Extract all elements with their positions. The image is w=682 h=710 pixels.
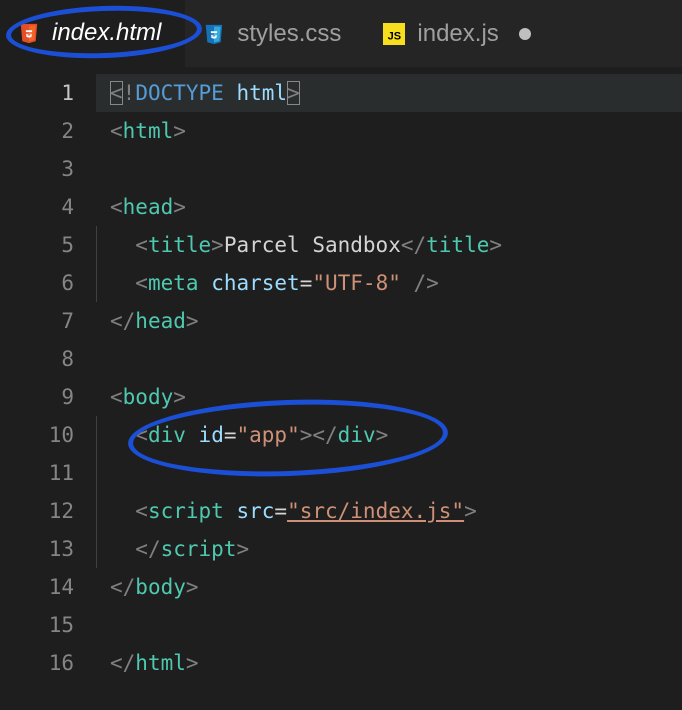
js-icon: JS bbox=[383, 23, 405, 45]
code-line[interactable]: </body> bbox=[96, 568, 682, 606]
tab-index-js[interactable]: JS index.js bbox=[365, 0, 554, 67]
code-line[interactable] bbox=[96, 454, 682, 492]
code-area[interactable]: <!DOCTYPE html> <html> <head> <title>Par… bbox=[96, 68, 682, 710]
tab-index-html[interactable]: index.html bbox=[0, 0, 185, 67]
code-line[interactable]: </html> bbox=[96, 644, 682, 682]
line-number: 9 bbox=[0, 378, 74, 416]
line-number: 4 bbox=[0, 188, 74, 226]
line-number: 15 bbox=[0, 606, 74, 644]
tab-label: index.js bbox=[417, 20, 498, 48]
code-editor[interactable]: 1 2 3 4 5 6 7 8 9 10 11 12 13 14 15 16 <… bbox=[0, 68, 682, 710]
line-number: 10 bbox=[0, 416, 74, 454]
code-line[interactable] bbox=[96, 150, 682, 188]
line-number-gutter: 1 2 3 4 5 6 7 8 9 10 11 12 13 14 15 16 bbox=[0, 68, 96, 710]
unsaved-dot-icon bbox=[519, 28, 531, 40]
line-number: 14 bbox=[0, 568, 74, 606]
code-line[interactable]: </head> bbox=[96, 302, 682, 340]
code-line[interactable]: <!DOCTYPE html> bbox=[96, 74, 682, 112]
line-number: 7 bbox=[0, 302, 74, 340]
line-number: 3 bbox=[0, 150, 74, 188]
code-line[interactable]: <meta charset="UTF-8" /> bbox=[96, 264, 682, 302]
tab-label: index.html bbox=[52, 19, 161, 47]
line-number: 8 bbox=[0, 340, 74, 378]
code-line[interactable] bbox=[96, 606, 682, 644]
css3-icon bbox=[203, 23, 225, 45]
code-line[interactable]: <head> bbox=[96, 188, 682, 226]
tab-styles-css[interactable]: styles.css bbox=[185, 0, 365, 67]
line-number: 11 bbox=[0, 454, 74, 492]
line-number: 1 bbox=[0, 74, 74, 112]
line-number: 12 bbox=[0, 492, 74, 530]
line-number: 5 bbox=[0, 226, 74, 264]
code-line[interactable]: <script src="src/index.js"> bbox=[96, 492, 682, 530]
line-number: 2 bbox=[0, 112, 74, 150]
code-line[interactable] bbox=[96, 340, 682, 378]
tab-label: styles.css bbox=[237, 20, 341, 48]
svg-text:JS: JS bbox=[388, 30, 401, 42]
code-line[interactable]: <div id="app"></div> bbox=[96, 416, 682, 454]
html5-icon bbox=[18, 22, 40, 44]
line-number: 16 bbox=[0, 644, 74, 682]
code-line[interactable]: <html> bbox=[96, 112, 682, 150]
line-number: 6 bbox=[0, 264, 74, 302]
code-line[interactable]: <title>Parcel Sandbox</title> bbox=[96, 226, 682, 264]
line-number: 13 bbox=[0, 530, 74, 568]
tab-bar: index.html styles.css JS index.js bbox=[0, 0, 682, 68]
code-line[interactable]: </script> bbox=[96, 530, 682, 568]
code-line[interactable]: <body> bbox=[96, 378, 682, 416]
